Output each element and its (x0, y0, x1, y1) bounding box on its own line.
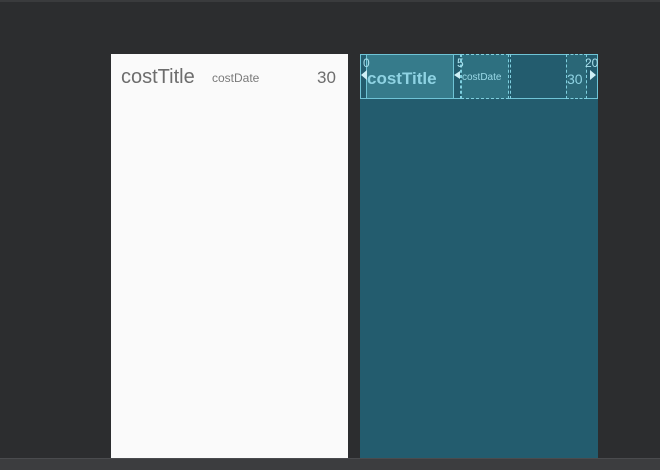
margin-label-right: 20 (585, 56, 599, 70)
design-cost-amount-textview[interactable]: 30 (317, 68, 336, 88)
blueprint-preview-surface[interactable]: costTitle costDate 30 0 5 20 (360, 54, 598, 458)
blueprint-cost-title-textview[interactable]: costTitle (367, 69, 437, 89)
margin-label-left: 0 (363, 56, 370, 70)
margin-arrow-left-icon (454, 71, 460, 79)
design-cost-date-textview[interactable]: costDate (212, 71, 259, 85)
design-preview-surface[interactable]: costTitle costDate 30 (111, 54, 348, 458)
margin-arrow-left-icon (361, 70, 367, 80)
editor-bottom-bar (0, 458, 660, 470)
window-top-edge (0, 0, 660, 2)
blueprint-cost-date-textview[interactable]: costDate (462, 72, 501, 83)
margin-arrow-right-icon (590, 70, 596, 80)
margin-label-middle: 5 (457, 56, 464, 70)
blueprint-guide-line (510, 54, 511, 99)
blueprint-cost-amount-textview[interactable]: 30 (567, 71, 583, 87)
design-cost-title-textview[interactable]: costTitle (121, 66, 195, 89)
